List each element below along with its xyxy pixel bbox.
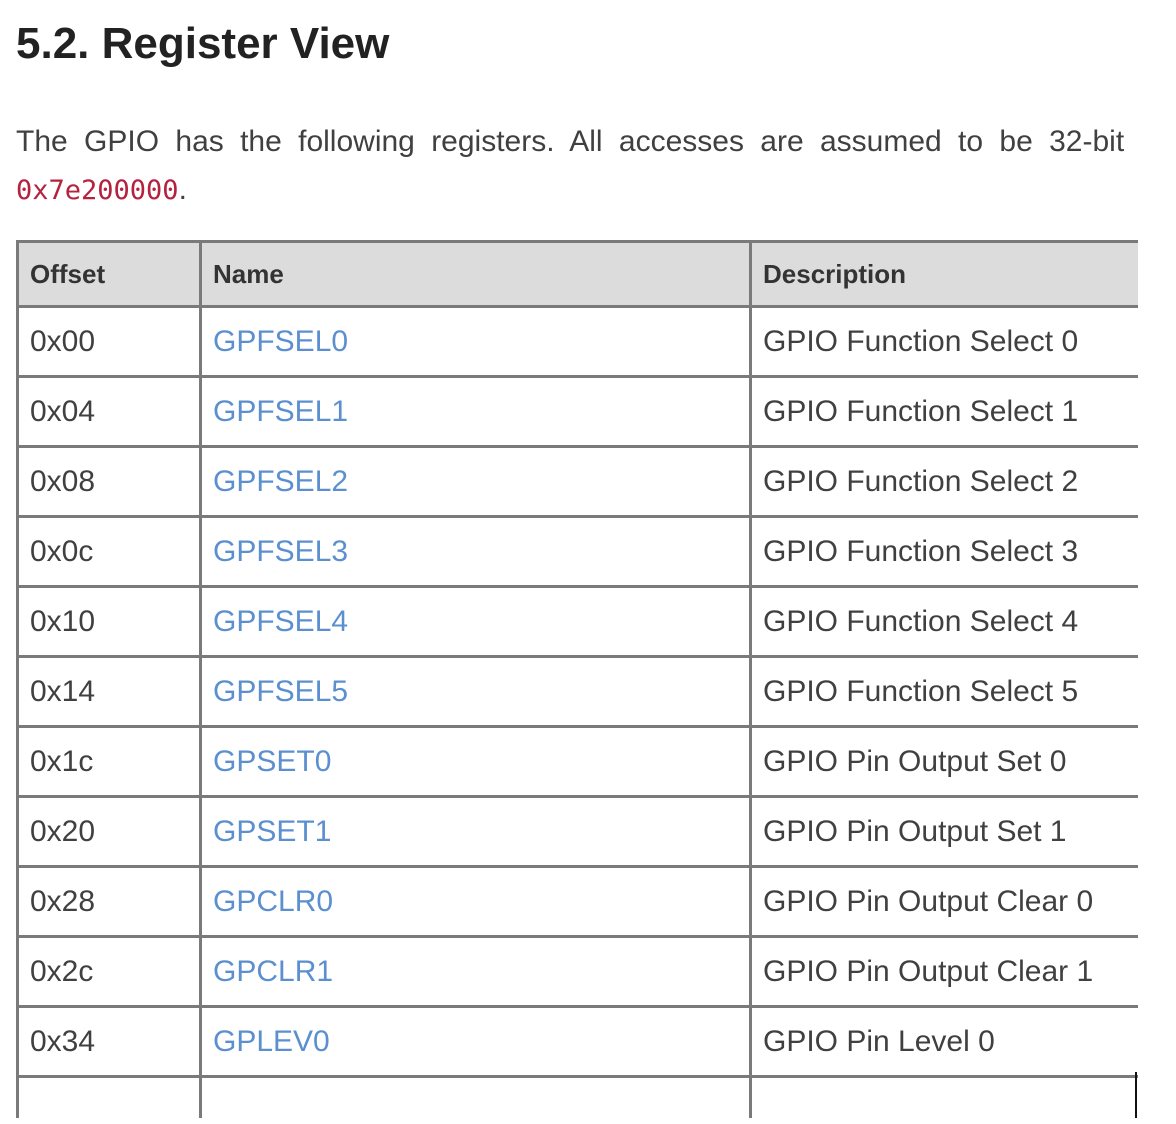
table-row: 0x20 GPSET1 GPIO Pin Output Set 1 <box>16 795 1138 868</box>
register-offset: 0x34 <box>16 1005 202 1078</box>
register-name-link[interactable]: GPFSEL1 <box>199 375 752 448</box>
register-description: GPIO Pin Output Clear 0 <box>749 865 1138 938</box>
register-name-link[interactable]: GPFSEL3 <box>199 515 752 588</box>
register-offset: 0x04 <box>16 375 202 448</box>
text-cursor <box>1135 1072 1137 1118</box>
register-description: GPIO Pin Level 0 <box>749 1005 1138 1078</box>
table-row: 0x08 GPFSEL2 GPIO Function Select 2 <box>16 445 1138 518</box>
intro-text: The GPIO has the following registers. Al… <box>16 125 1125 158</box>
register-name-link[interactable]: GPFSEL4 <box>199 585 752 658</box>
table-row: 0x34 GPLEV0 GPIO Pin Level 0 <box>16 1005 1138 1078</box>
base-address-code: 0x7e200000 <box>16 175 179 206</box>
table-row: 0x1c GPSET0 GPIO Pin Output Set 0 <box>16 725 1138 798</box>
table-row: 0x00 GPFSEL0 GPIO Function Select 0 <box>16 305 1138 378</box>
register-description: GPIO Function Select 4 <box>749 585 1138 658</box>
section-title: 5.2. Register View <box>16 19 390 68</box>
register-table: Offset Name Description 0x00 GPFSEL0 GPIO … <box>16 240 1138 1118</box>
register-offset: 0x14 <box>16 655 202 728</box>
register-name-link[interactable]: GPSET0 <box>199 725 752 798</box>
register-offset: 0x20 <box>16 795 202 868</box>
intro-paragraph: The GPIO has the following registers. Al… <box>16 118 1176 215</box>
register-offset: 0x10 <box>16 585 202 658</box>
register-name-link[interactable]: GPFSEL5 <box>199 655 752 728</box>
register-description: GPIO Function Select 0 <box>749 305 1138 378</box>
register-description: GPIO Function Select 5 <box>749 655 1138 728</box>
register-description <box>749 1075 1138 1118</box>
document-page: 5.2. Register View The GPIO has the foll… <box>0 0 1176 1124</box>
register-name-link[interactable]: GPLEV0 <box>199 1005 752 1078</box>
register-description: GPIO Function Select 1 <box>749 375 1138 448</box>
register-name-link[interactable]: GPSET1 <box>199 795 752 868</box>
table-row: 0x0c GPFSEL3 GPIO Function Select 3 <box>16 515 1138 588</box>
table-row: 0x04 GPFSEL1 GPIO Function Select 1 <box>16 375 1138 448</box>
register-offset: 0x0c <box>16 515 202 588</box>
register-name-link[interactable]: GPCLR0 <box>199 865 752 938</box>
register-description: GPIO Function Select 2 <box>749 445 1138 518</box>
register-offset: 0x08 <box>16 445 202 518</box>
register-description: GPIO Pin Output Set 0 <box>749 725 1138 798</box>
table-row <box>16 1075 1138 1118</box>
register-offset: 0x28 <box>16 865 202 938</box>
table-header-row: Offset Name Description <box>16 240 1138 308</box>
register-offset: 0x00 <box>16 305 202 378</box>
register-table-container: Offset Name Description 0x00 GPFSEL0 GPIO … <box>16 240 1138 1118</box>
register-offset <box>16 1075 202 1118</box>
register-description: GPIO Pin Output Set 1 <box>749 795 1138 868</box>
description-column-header: Description <box>749 240 1138 308</box>
register-description: GPIO Pin Output Clear 1 <box>749 935 1138 1008</box>
table-body: 0x00 GPFSEL0 GPIO Function Select 0 0x04 GPF… <box>16 305 1138 1118</box>
table-row: 0x2c GPCLR1 GPIO Pin Output Clear 1 <box>16 935 1138 1008</box>
offset-column-header: Offset <box>16 240 202 308</box>
register-name-link[interactable]: GPFSEL2 <box>199 445 752 518</box>
register-name-link <box>199 1075 752 1118</box>
register-offset: 0x1c <box>16 725 202 798</box>
intro-period: . <box>178 173 187 206</box>
table-row: 0x14 GPFSEL5 GPIO Function Select 5 <box>16 655 1138 728</box>
register-description: GPIO Function Select 3 <box>749 515 1138 588</box>
intro-line-2: 0x7e200000. <box>16 166 1176 215</box>
table-row: 0x10 GPFSEL4 GPIO Function Select 4 <box>16 585 1138 658</box>
register-name-link[interactable]: GPFSEL0 <box>199 305 752 378</box>
register-offset: 0x2c <box>16 935 202 1008</box>
register-name-link[interactable]: GPCLR1 <box>199 935 752 1008</box>
table-header: Offset Name Description <box>16 240 1138 308</box>
name-column-header: Name <box>199 240 752 308</box>
table-row: 0x28 GPCLR0 GPIO Pin Output Clear 0 <box>16 865 1138 938</box>
